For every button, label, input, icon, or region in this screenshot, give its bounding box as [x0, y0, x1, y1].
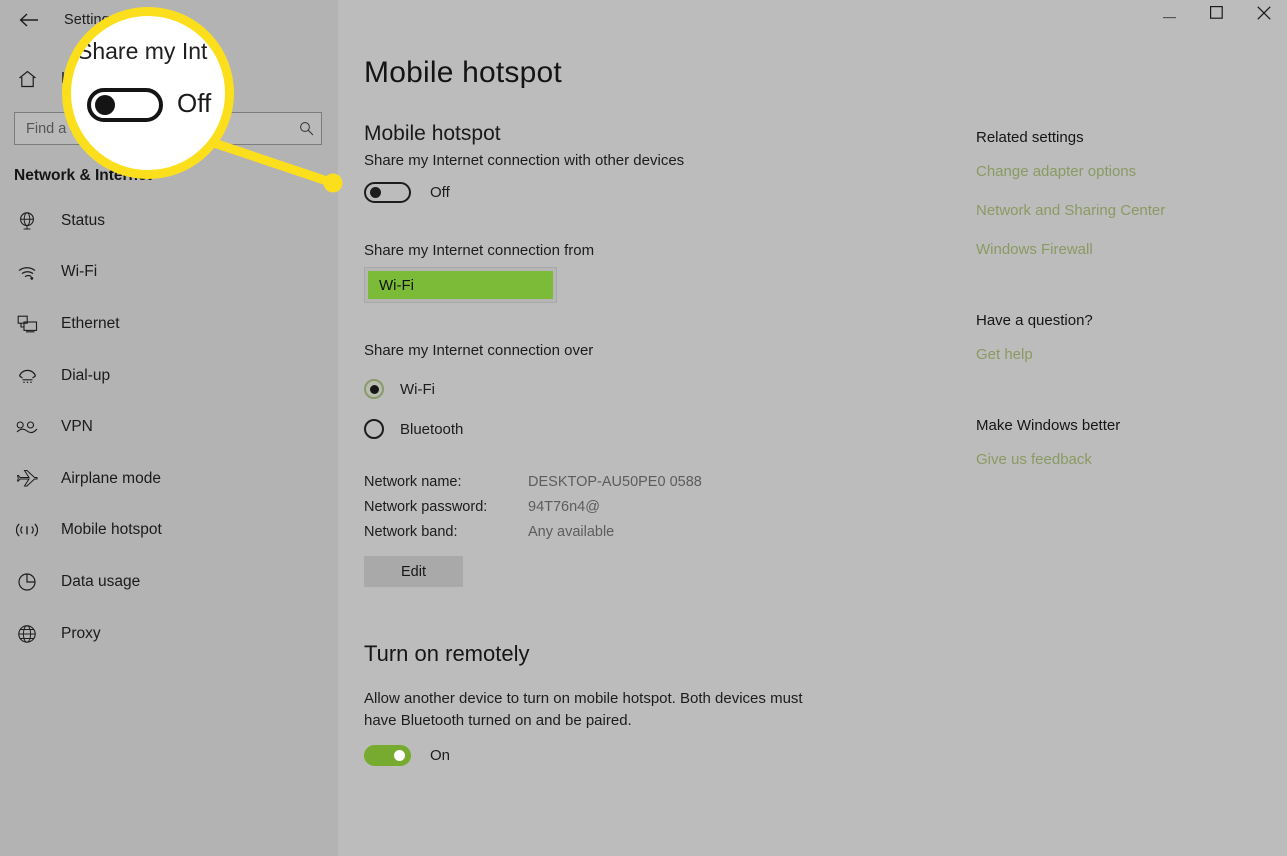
radio-wifi-label: Wi-Fi: [400, 380, 435, 398]
toggle-knob: [370, 187, 381, 198]
home-icon: [12, 70, 42, 88]
sidebar-item-label: Dial-up: [61, 366, 111, 384]
sidebar-item-label: Airplane mode: [61, 469, 161, 487]
sidebar-item-proxy[interactable]: Proxy: [0, 608, 338, 660]
minimize-icon: [1163, 6, 1176, 24]
wifi-icon: [12, 264, 42, 281]
panel-spacer: [976, 385, 1256, 417]
detail-row: Network password: 94T76n4@: [364, 499, 1287, 515]
hotspot-icon: [12, 521, 42, 539]
search-icon[interactable]: [291, 121, 321, 136]
proxy-globe-icon: [12, 624, 42, 644]
share-from-dropdown[interactable]: Wi-Fi: [364, 267, 557, 303]
content-area: Mobile hotspot Mobile hotspot Share my I…: [338, 0, 1287, 856]
ethernet-icon: [12, 315, 42, 333]
sidebar-item-label: Status: [61, 211, 105, 229]
radio-wifi-indicator[interactable]: [364, 379, 384, 399]
related-settings-panel: Related settings Change adapter options …: [976, 129, 1256, 490]
remote-toggle-state: On: [430, 747, 451, 764]
sidebar-item-label: Mobile hotspot: [61, 521, 162, 539]
remote-toggle[interactable]: [364, 745, 411, 766]
detail-key: Network password:: [364, 499, 488, 515]
globe-status-icon: [12, 211, 42, 231]
hotspot-toggle[interactable]: [364, 182, 411, 203]
hotspot-toggle-state: Off: [430, 184, 450, 201]
page-body: Mobile hotspot Mobile hotspot Share my I…: [338, 56, 1287, 766]
sidebar-nav-list: Status Wi-Fi Ethernet Dial-up VPN Airpla…: [0, 195, 338, 659]
link-windows-firewall[interactable]: Windows Firewall: [976, 241, 1256, 258]
related-settings-heading: Related settings: [976, 129, 1084, 146]
maximize-icon: [1210, 6, 1223, 24]
radio-bluetooth-indicator[interactable]: [364, 419, 384, 439]
dialup-icon: [12, 367, 42, 385]
close-icon: [1256, 5, 1271, 25]
sidebar-item-data-usage[interactable]: Data usage: [0, 556, 338, 608]
sidebar-item-label: Data usage: [61, 572, 141, 590]
sidebar-item-status[interactable]: Status: [0, 195, 338, 247]
sidebar-item-ethernet[interactable]: Ethernet: [0, 298, 338, 350]
network-details: Network name: DESKTOP-AU50PE0 0588 Netwo…: [364, 474, 1287, 587]
sidebar-item-vpn[interactable]: VPN: [0, 401, 338, 453]
detail-value: DESKTOP-AU50PE0 0588: [528, 474, 702, 490]
minimize-button[interactable]: [1146, 0, 1193, 30]
close-button[interactable]: [1240, 0, 1287, 30]
have-a-question-heading: Have a question?: [976, 312, 1093, 329]
sidebar-item-dialup[interactable]: Dial-up: [0, 350, 338, 402]
link-network-sharing-center[interactable]: Network and Sharing Center: [976, 202, 1256, 219]
vpn-icon: [12, 420, 42, 434]
radio-bluetooth-label: Bluetooth: [400, 420, 464, 438]
remote-toggle-row: On: [364, 745, 1287, 766]
make-windows-better-heading: Make Windows better: [976, 417, 1121, 434]
sidebar-item-airplane-mode[interactable]: Airplane mode: [0, 453, 338, 505]
window-titlebar: [338, 0, 1287, 37]
magnified-toggle: [87, 88, 163, 122]
sidebar-item-mobile-hotspot[interactable]: Mobile hotspot: [0, 505, 338, 557]
panel-spacer: [976, 280, 1256, 312]
detail-key: Network band:: [364, 524, 458, 540]
sidebar-item-label: Ethernet: [61, 314, 120, 332]
sidebar-item-label: Wi-Fi: [61, 263, 98, 281]
sidebar-item-label: VPN: [61, 418, 93, 436]
share-from-selected-value: Wi-Fi: [368, 271, 553, 299]
magnified-toggle-knob: [95, 95, 115, 115]
link-get-help[interactable]: Get help: [976, 346, 1256, 363]
magnified-text: Share my Int: [77, 38, 208, 64]
detail-value: Any available: [528, 524, 615, 540]
magnifier-callout: Share my Int Off: [62, 7, 234, 179]
detail-key: Network name:: [364, 474, 462, 490]
back-arrow-icon: [19, 13, 39, 27]
link-change-adapter-options[interactable]: Change adapter options: [976, 163, 1256, 180]
sidebar-item-label: Proxy: [61, 624, 101, 642]
back-button[interactable]: [8, 4, 50, 36]
toggle-knob: [394, 750, 405, 761]
remote-section-heading: Turn on remotely: [364, 641, 530, 666]
remote-section-description: Allow another device to turn on mobile h…: [364, 690, 803, 729]
page-title: Mobile hotspot: [364, 56, 562, 89]
edit-button[interactable]: Edit: [364, 556, 463, 587]
detail-value: 94T76n4@: [528, 499, 600, 515]
data-usage-icon: [12, 572, 42, 592]
magnified-toggle-state: Off: [177, 88, 212, 118]
airplane-icon: [12, 469, 42, 488]
detail-row: Network band: Any available: [364, 524, 1287, 540]
link-give-us-feedback[interactable]: Give us feedback: [976, 451, 1256, 468]
maximize-button[interactable]: [1193, 0, 1240, 30]
sidebar-item-wifi[interactable]: Wi-Fi: [0, 247, 338, 299]
